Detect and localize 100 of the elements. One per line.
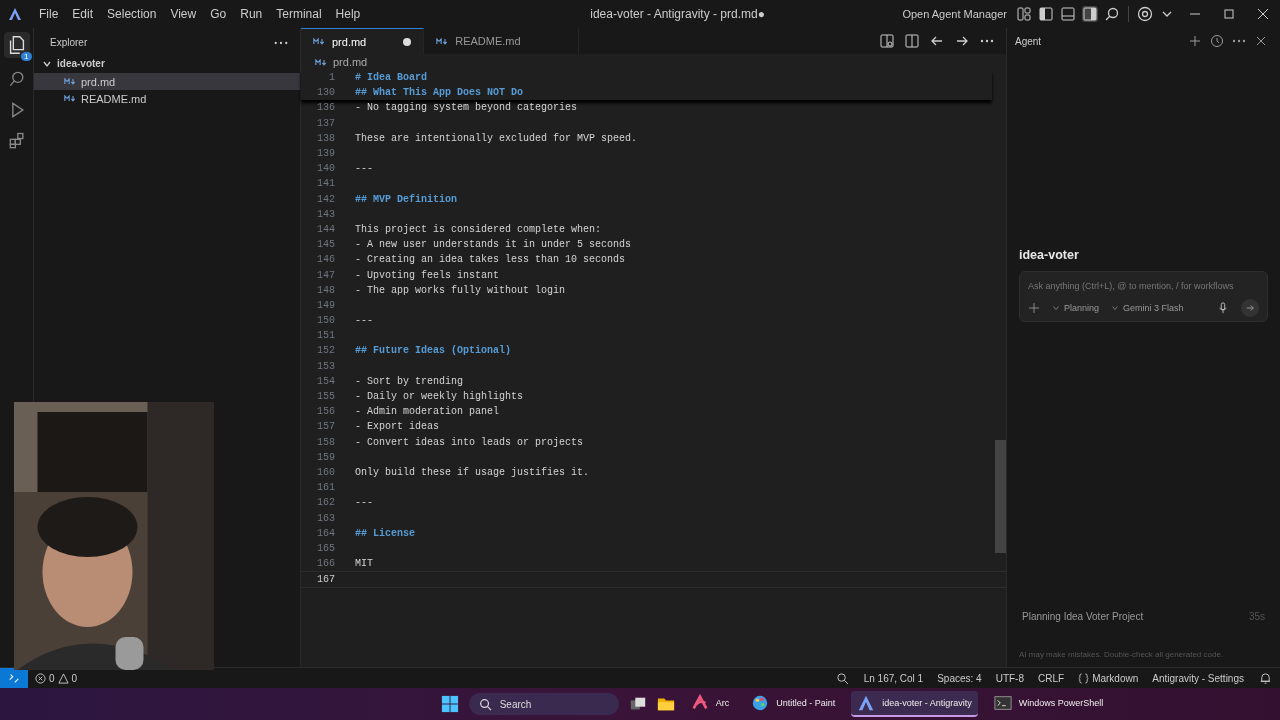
menu-item[interactable]: Run <box>233 7 270 21</box>
code-line: Only build these if usage justifies it. <box>355 466 590 478</box>
menu-item[interactable]: Help <box>328 7 368 21</box>
panel-toggle-icon[interactable] <box>1060 6 1076 22</box>
line-number: 141 <box>316 178 336 190</box>
app-logo-icon <box>857 694 876 712</box>
menu-item[interactable]: File <box>32 7 66 21</box>
menu-item[interactable]: Selection <box>100 7 164 21</box>
encoding-status[interactable]: UTF-8 <box>988 672 1031 684</box>
line-number: 148 <box>316 284 336 296</box>
line-number: 149 <box>316 299 336 311</box>
conversation-item[interactable]: Planning Idea Voter Project 35s <box>1019 611 1268 650</box>
bell-icon[interactable] <box>1259 671 1272 685</box>
taskbar-app[interactable]: Untitled - Paint <box>745 691 842 717</box>
menu-item[interactable]: View <box>163 7 204 21</box>
editor-tab[interactable]: prd.md <box>301 28 425 54</box>
plus-icon[interactable] <box>1028 302 1040 314</box>
mode-dropdown[interactable]: Planning <box>1052 303 1100 313</box>
line-number: 142 <box>316 193 336 205</box>
split-editor-icon[interactable] <box>904 33 920 49</box>
line-number: 155 <box>316 391 336 403</box>
search-icon[interactable] <box>1104 6 1120 22</box>
language-status[interactable]: Markdown <box>1071 672 1146 684</box>
line-number: 164 <box>316 527 336 539</box>
send-button[interactable] <box>1241 299 1259 317</box>
sidebar-toggle-icon[interactable] <box>1038 6 1054 22</box>
line-number: 157 <box>316 421 336 433</box>
line-number: 154 <box>316 375 336 387</box>
search-icon <box>478 697 492 711</box>
line-number: 146 <box>316 254 336 266</box>
explorer-entry[interactable]: prd.md <box>34 73 300 90</box>
explorer-icon[interactable]: 1 <box>3 32 30 58</box>
line-number: 166 <box>316 558 336 570</box>
indentation-status[interactable]: Spaces: 4 <box>930 672 989 684</box>
explorer-title: Explorer <box>50 37 88 48</box>
cursor-position[interactable]: Ln 167, Col 1 <box>856 672 931 684</box>
layout-icon[interactable] <box>1016 6 1032 22</box>
line-number: 147 <box>316 269 336 281</box>
remote-button[interactable] <box>0 668 28 688</box>
explorer-entry[interactable]: README.md <box>34 90 300 107</box>
close-icon[interactable] <box>1255 6 1271 22</box>
error-icon <box>35 672 46 684</box>
browser-icon[interactable] <box>1137 6 1153 22</box>
preview-icon[interactable] <box>879 33 895 49</box>
maximize-icon[interactable] <box>1221 6 1237 22</box>
line-number: 167 <box>316 574 336 586</box>
line-number: 151 <box>316 330 336 342</box>
markdown-icon <box>64 78 76 85</box>
line-number: 156 <box>316 406 336 418</box>
markdown-icon <box>313 38 325 45</box>
code-line: --- <box>355 315 373 327</box>
chevron-icon <box>1052 304 1060 312</box>
code-line: - The app works fully without login <box>355 284 566 296</box>
code-line: - Admin moderation panel <box>355 406 500 418</box>
zoom-icon[interactable] <box>835 671 849 685</box>
chat-input[interactable]: Ask anything (Ctrl+L), @ to mention, / for workflows Planning Gemini 3 Flash <box>1019 271 1268 322</box>
microphone-icon[interactable] <box>1217 302 1229 314</box>
line-number: 130 <box>316 87 336 99</box>
markdown-icon <box>436 37 449 45</box>
line-number: 165 <box>316 542 336 554</box>
menu-item[interactable]: Terminal <box>269 7 329 21</box>
notification-badge: 1 <box>21 52 32 61</box>
taskbar-app[interactable]: Windows PowerShell <box>987 691 1110 717</box>
menu-item[interactable]: Edit <box>65 7 101 21</box>
arc-app-icon <box>690 694 709 712</box>
project-title: idea-voter <box>1019 248 1080 262</box>
problems-indicator[interactable]: 0 0 <box>28 672 85 684</box>
model-dropdown[interactable]: Gemini 3 Flash <box>1111 303 1184 313</box>
line-number: 160 <box>316 466 336 478</box>
line-number: 163 <box>316 512 336 524</box>
markdown-icon <box>315 58 327 66</box>
start-icon[interactable] <box>440 695 459 713</box>
code-line: MIT <box>355 558 373 570</box>
unsaved-dot-icon <box>403 37 412 46</box>
code-line: - Convert ideas into leads or projects <box>355 436 584 448</box>
code-line: ## Future Ideas (Optional) <box>355 345 512 357</box>
taskbar-search[interactable]: Search <box>468 693 619 715</box>
secondary-sidebar-toggle-icon[interactable] <box>1082 6 1098 22</box>
line-number: 139 <box>316 148 336 160</box>
line-number: 150 <box>316 315 336 327</box>
breadcrumb[interactable]: prd.md <box>333 56 368 68</box>
code-line: - Upvoting feels instant <box>355 269 500 281</box>
line-number: 161 <box>316 482 336 494</box>
plus-icon[interactable] <box>1187 33 1203 49</box>
code-line: ## What This App Does NOT Do <box>355 87 524 99</box>
scrollbar-thumb[interactable] <box>995 440 1006 553</box>
history-icon[interactable] <box>1209 33 1225 49</box>
folder-item[interactable]: idea-voter <box>34 54 300 73</box>
line-ending-status[interactable]: CRLF <box>1031 672 1072 684</box>
editor-tab[interactable]: README.md <box>424 28 579 54</box>
taskbar-app[interactable]: Arc <box>684 691 736 717</box>
terminal-icon <box>993 694 1012 712</box>
taskbar-app[interactable]: idea-voter - Antigravity <box>851 691 978 717</box>
settings-status[interactable]: Antigravity - Settings <box>1145 672 1251 684</box>
more-icon[interactable] <box>274 40 288 45</box>
panel-title: Agent <box>1015 35 1042 47</box>
menu-item[interactable]: Go <box>203 7 234 21</box>
line-number: 153 <box>316 360 336 372</box>
code-line: - Creating an idea takes less than 10 seconds <box>355 254 626 266</box>
agent-manager-button[interactable]: Open Agent Manager <box>902 8 1007 20</box>
